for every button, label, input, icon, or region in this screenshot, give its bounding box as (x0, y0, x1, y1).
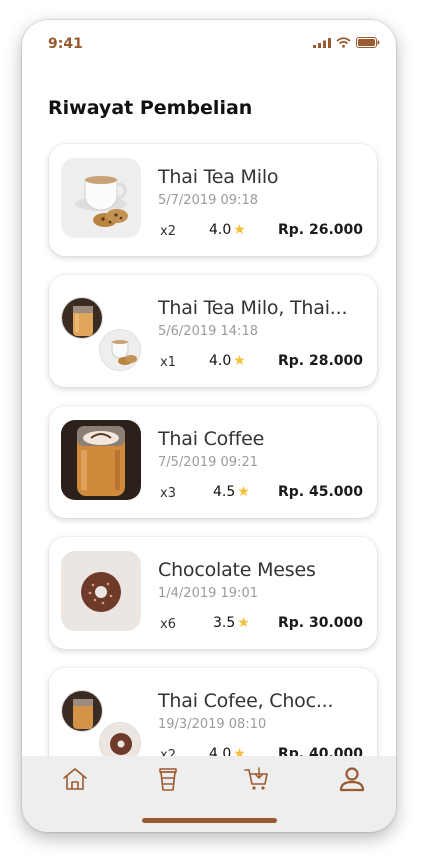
iced-coffee-jar-photo (61, 420, 141, 500)
tea-cookies-photo (61, 158, 141, 238)
order-name: Chocolate Meses (158, 559, 316, 581)
order-rating: 4.0 ★ (209, 353, 246, 369)
order-price: Rp. 30.000 (277, 615, 363, 631)
order-rating: 4.0 ★ (209, 222, 246, 238)
page-title: Riwayat Pembelian (48, 97, 253, 119)
order-quantity: x6 (160, 617, 176, 632)
cup-icon (159, 768, 177, 791)
status-time: 9:41 (48, 36, 83, 52)
tab-menu[interactable] (154, 766, 182, 792)
order-card[interactable]: Thai Tea Milo 5/7/2019 09:18 x2 4.0 ★ Rp… (49, 144, 377, 256)
donut-photo (99, 722, 141, 756)
order-image-group (61, 682, 143, 756)
star-icon: ★ (237, 615, 250, 631)
cart-icon (244, 767, 268, 790)
order-image (61, 551, 143, 633)
order-price: Rp. 40.000 (277, 746, 363, 756)
order-name: Thai Coffee (158, 428, 265, 450)
star-icon: ★ (233, 746, 246, 756)
order-card[interactable]: Thai Cofee, Choc... 19/3/2019 08:10 x2 4… (49, 668, 377, 756)
order-date: 5/7/2019 09:18 (158, 193, 258, 208)
order-image-group (61, 289, 143, 371)
wifi-icon (336, 37, 351, 48)
order-price: Rp. 26.000 (277, 222, 363, 238)
rating-value: 4.0 (209, 353, 232, 369)
status-bar: 9:41 (22, 20, 396, 66)
order-card[interactable]: Thai Coffee 7/5/2019 09:21 x3 4.5 ★ Rp. … (49, 406, 377, 518)
profile-icon (339, 767, 365, 792)
order-rating: 3.5 ★ (213, 615, 250, 631)
tea-cookies-photo (99, 329, 141, 371)
tab-home[interactable] (61, 766, 89, 792)
order-rating: 4.0 ★ (209, 746, 246, 756)
order-quantity: x2 (160, 224, 176, 239)
star-icon: ★ (237, 484, 250, 500)
iced-drink-photo (61, 690, 103, 732)
phone-screen: 9:41 Riwayat Pembelian Thai Tea Milo 5/7… (22, 20, 396, 832)
status-icons (313, 37, 380, 48)
order-date: 5/6/2019 14:18 (158, 324, 258, 339)
order-card[interactable]: Thai Tea Milo, Thai... 5/6/2019 14:18 x1… (49, 275, 377, 387)
order-quantity: x2 (160, 748, 176, 756)
order-name: Thai Cofee, Choc... (158, 690, 334, 712)
donut-photo (61, 551, 141, 631)
home-indicator[interactable] (142, 818, 277, 823)
tab-profile[interactable] (338, 766, 366, 792)
order-quantity: x1 (160, 355, 176, 370)
order-name: Thai Tea Milo, Thai... (158, 297, 348, 319)
iced-drink-photo (61, 297, 103, 339)
signal-icon (313, 37, 331, 48)
rating-value: 4.0 (209, 746, 232, 756)
order-history-list[interactable]: Thai Tea Milo 5/7/2019 09:18 x2 4.0 ★ Rp… (22, 130, 396, 756)
rating-value: 3.5 (213, 615, 236, 631)
order-price: Rp. 28.000 (277, 353, 363, 369)
star-icon: ★ (233, 222, 246, 238)
rating-value: 4.0 (209, 222, 232, 238)
order-price: Rp. 45.000 (277, 484, 363, 500)
battery-icon (356, 37, 380, 48)
tab-cart[interactable] (243, 766, 271, 792)
order-image (61, 420, 143, 502)
rating-value: 4.5 (213, 484, 236, 500)
order-date: 7/5/2019 09:21 (158, 455, 258, 470)
home-icon (63, 768, 87, 790)
star-icon: ★ (233, 353, 246, 369)
order-rating: 4.5 ★ (213, 484, 250, 500)
order-name: Thai Tea Milo (158, 166, 279, 188)
order-date: 1/4/2019 19:01 (158, 586, 258, 601)
order-date: 19/3/2019 08:10 (158, 717, 267, 732)
order-image (61, 158, 143, 240)
order-card[interactable]: Chocolate Meses 1/4/2019 19:01 x6 3.5 ★ … (49, 537, 377, 649)
order-quantity: x3 (160, 486, 176, 501)
